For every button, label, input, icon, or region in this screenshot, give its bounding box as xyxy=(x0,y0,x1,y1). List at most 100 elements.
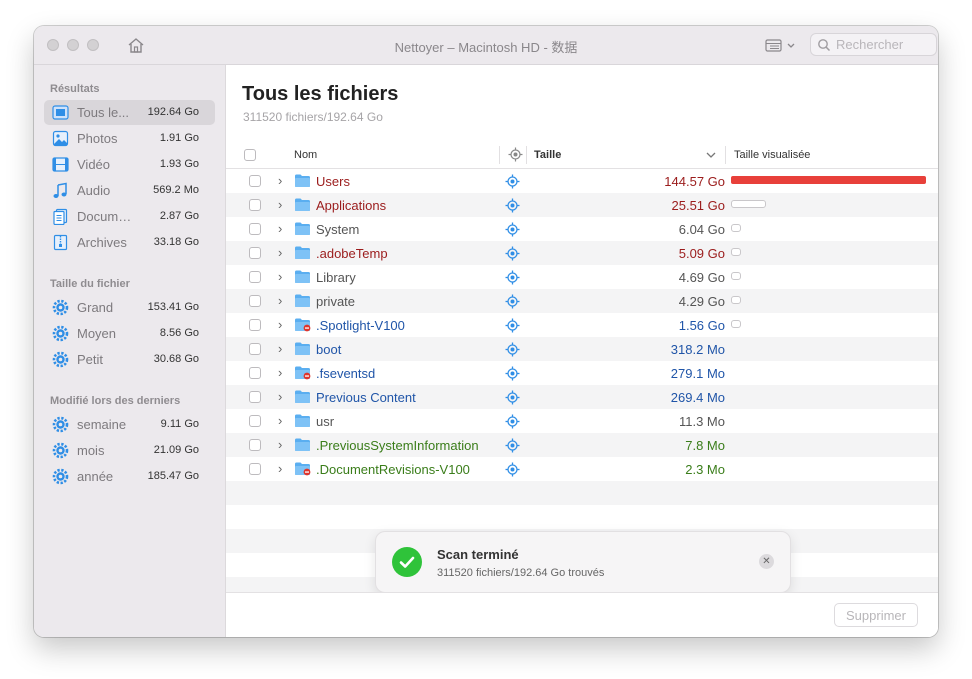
sidebar-item-size: 153.41 Go xyxy=(147,301,199,313)
sidebar-item-label: Grand xyxy=(77,300,114,315)
row-checkbox[interactable] xyxy=(249,391,261,403)
sidebar-item-label: Moyen xyxy=(77,326,117,341)
row-checkbox[interactable] xyxy=(249,271,261,283)
reveal-location-icon[interactable] xyxy=(505,462,520,477)
view-options-button[interactable] xyxy=(765,37,799,54)
row-name: .fseventsd xyxy=(316,366,376,381)
reveal-location-icon[interactable] xyxy=(505,366,520,381)
chevron-right-icon[interactable]: › xyxy=(278,437,282,452)
reveal-location-icon[interactable] xyxy=(505,318,520,333)
search-field[interactable] xyxy=(810,33,937,56)
app-window: Nettoyer – Macintosh HD - 数据 Résultats xyxy=(34,26,938,637)
reveal-location-icon[interactable] xyxy=(505,294,520,309)
table-row[interactable]: › .fseventsd 279.1 Mo xyxy=(226,361,938,385)
archive-zip-icon xyxy=(53,234,68,251)
reveal-location-icon[interactable] xyxy=(505,342,520,357)
column-header-name[interactable]: Nom xyxy=(294,149,317,161)
row-checkbox[interactable] xyxy=(249,343,261,355)
chevron-right-icon[interactable]: › xyxy=(278,341,282,356)
toast-title: Scan terminé xyxy=(437,547,519,562)
sidebar-item-audio[interactable]: Audio 569.2 Mo xyxy=(44,178,215,203)
sidebar-item-year[interactable]: année 185.47 Go xyxy=(44,464,215,489)
row-checkbox[interactable] xyxy=(249,199,261,211)
table-row[interactable]: › boot 318.2 Mo xyxy=(226,337,938,361)
sidebar-item-documents[interactable]: Documents 2.87 Go xyxy=(44,204,215,229)
gear-icon xyxy=(52,468,69,485)
row-checkbox[interactable] xyxy=(249,415,261,427)
size-bar-fill xyxy=(731,176,926,184)
chevron-right-icon[interactable]: › xyxy=(278,221,282,236)
reveal-location-icon[interactable] xyxy=(505,390,520,405)
sidebar-item-photos[interactable]: Photos 1.91 Go xyxy=(44,126,215,151)
table-row[interactable]: › Applications 25.51 Go xyxy=(226,193,938,217)
sidebar-item-month[interactable]: mois 21.09 Go xyxy=(44,438,215,463)
row-checkbox[interactable] xyxy=(249,463,261,475)
table-row[interactable]: › usr 11.3 Mo xyxy=(226,409,938,433)
chevron-right-icon[interactable]: › xyxy=(278,173,282,188)
sidebar-item-medium[interactable]: Moyen 8.56 Go xyxy=(44,321,215,346)
row-checkbox[interactable] xyxy=(249,367,261,379)
reveal-location-icon[interactable] xyxy=(505,174,520,189)
checkmark-icon xyxy=(392,547,422,577)
sidebar-item-all-files[interactable]: Tous le... 192.64 Go xyxy=(44,100,215,125)
table-row[interactable]: › Library 4.69 Go xyxy=(226,265,938,289)
gear-icon xyxy=(52,351,69,368)
size-bar xyxy=(731,248,741,256)
delete-button[interactable]: Supprimer xyxy=(834,603,918,627)
chevron-right-icon[interactable]: › xyxy=(278,269,282,284)
main-content: Tous les fichiers 311520 fichiers/192.64… xyxy=(226,65,938,637)
folder-icon xyxy=(295,342,310,355)
sidebar-item-week[interactable]: semaine 9.11 Go xyxy=(44,412,215,437)
reveal-location-icon[interactable] xyxy=(505,270,520,285)
reveal-location-icon[interactable] xyxy=(505,438,520,453)
chevron-down-icon[interactable] xyxy=(706,152,716,159)
reveal-location-icon[interactable] xyxy=(505,198,520,213)
table-row[interactable]: › Previous Content 269.4 Mo xyxy=(226,385,938,409)
table-row[interactable]: › Users 144.57 Go xyxy=(226,169,938,193)
sidebar-item-video[interactable]: Vidéo 1.93 Go xyxy=(44,152,215,177)
row-size: 4.29 Go xyxy=(678,294,725,309)
size-bar xyxy=(731,200,766,208)
video-icon xyxy=(52,157,69,172)
sidebar-item-archives[interactable]: Archives 33.18 Go xyxy=(44,230,215,255)
chevron-right-icon[interactable]: › xyxy=(278,293,282,308)
row-checkbox[interactable] xyxy=(249,319,261,331)
column-header-visual-size[interactable]: Taille visualisée xyxy=(734,149,810,161)
select-all-checkbox[interactable] xyxy=(244,149,256,161)
locate-column-icon[interactable] xyxy=(508,147,523,162)
row-checkbox[interactable] xyxy=(249,247,261,259)
column-header-size[interactable]: Taille xyxy=(534,149,561,161)
table-row[interactable]: › .Spotlight-V100 1.56 Go xyxy=(226,313,938,337)
chevron-right-icon[interactable]: › xyxy=(278,461,282,476)
chevron-right-icon[interactable]: › xyxy=(278,245,282,260)
chevron-right-icon[interactable]: › xyxy=(278,389,282,404)
chevron-right-icon[interactable]: › xyxy=(278,317,282,332)
table-row[interactable]: › .DocumentRevisions-V100 2.3 Mo xyxy=(226,457,938,481)
reveal-location-icon[interactable] xyxy=(505,246,520,261)
close-icon[interactable]: ✕ xyxy=(759,554,774,569)
row-checkbox[interactable] xyxy=(249,295,261,307)
sidebar-item-small[interactable]: Petit 30.68 Go xyxy=(44,347,215,372)
sidebar-item-label: mois xyxy=(77,443,105,458)
table-row[interactable]: › System 6.04 Go xyxy=(226,217,938,241)
row-checkbox[interactable] xyxy=(249,439,261,451)
row-checkbox[interactable] xyxy=(249,223,261,235)
table-row[interactable]: › private 4.29 Go xyxy=(226,289,938,313)
column-divider xyxy=(499,146,500,164)
row-name: usr xyxy=(316,414,335,429)
table-row[interactable]: › .PreviousSystemInformation 7.8 Mo xyxy=(226,433,938,457)
table-row[interactable]: › .adobeTemp 5.09 Go xyxy=(226,241,938,265)
chevron-right-icon[interactable]: › xyxy=(278,197,282,212)
search-input[interactable] xyxy=(836,36,932,53)
chevron-right-icon[interactable]: › xyxy=(278,365,282,380)
sidebar-item-size: 185.47 Go xyxy=(147,470,199,482)
sidebar-item-large[interactable]: Grand 153.41 Go xyxy=(44,295,215,320)
row-checkbox[interactable] xyxy=(249,175,261,187)
chevron-right-icon[interactable]: › xyxy=(278,413,282,428)
gear-icon xyxy=(52,299,69,316)
reveal-location-icon[interactable] xyxy=(505,414,520,429)
reveal-location-icon[interactable] xyxy=(505,222,520,237)
size-bar xyxy=(731,176,926,184)
gear-icon xyxy=(52,416,69,433)
documents-icon xyxy=(53,208,68,225)
